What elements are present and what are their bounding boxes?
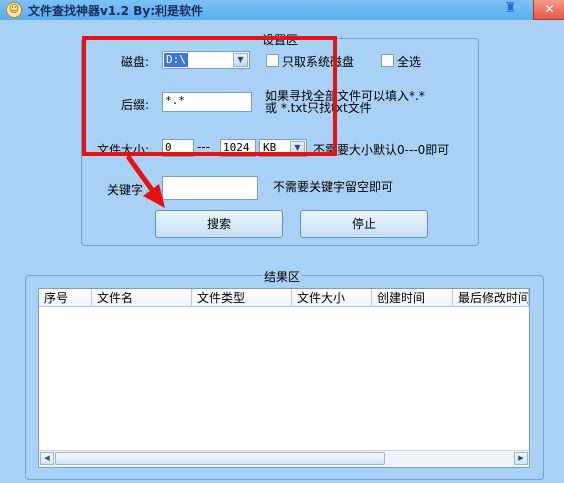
highlight-box [82,36,337,156]
close-button[interactable]: ✕ [533,0,564,20]
scroll-right-icon[interactable]: ▶ [514,452,528,465]
title-bar: ☺ 文件查找神器v1.2 By:利是软件 ♜ ✕ [0,0,564,20]
column-header-created[interactable]: 创建时间 [372,289,453,307]
column-header-index[interactable]: 序号 [39,289,92,307]
window-title: 文件查找神器v1.2 By:利是软件 [28,4,204,18]
scroll-left-icon[interactable]: ◀ [40,452,54,465]
keyword-input[interactable] [162,176,258,200]
app-icon: ☺ [6,2,22,18]
search-button[interactable]: 搜索 [155,210,283,238]
keyword-label: 关键字 [107,183,144,197]
stop-button[interactable]: 停止 [300,210,428,238]
results-list[interactable]: 序号 文件名 文件类型 文件大小 创建时间 最后修改时间 ◀ ▶ [38,288,530,468]
horizontal-scrollbar[interactable]: ◀ ▶ [39,450,529,467]
column-header-filename[interactable]: 文件名 [92,289,192,307]
column-header-filetype[interactable]: 文件类型 [192,289,292,307]
column-header-filesize[interactable]: 文件大小 [292,289,372,307]
skin-icon[interactable]: ♜ [504,0,518,16]
select-all-checkbox[interactable] [381,54,394,67]
select-all-label: 全选 [397,55,422,69]
column-header-modified[interactable]: 最后修改时间 [453,289,529,307]
scroll-thumb[interactable] [55,452,385,465]
keyword-hint: 不需要关键字留空即可 [273,180,394,194]
results-group-title: 结果区 [262,268,303,285]
